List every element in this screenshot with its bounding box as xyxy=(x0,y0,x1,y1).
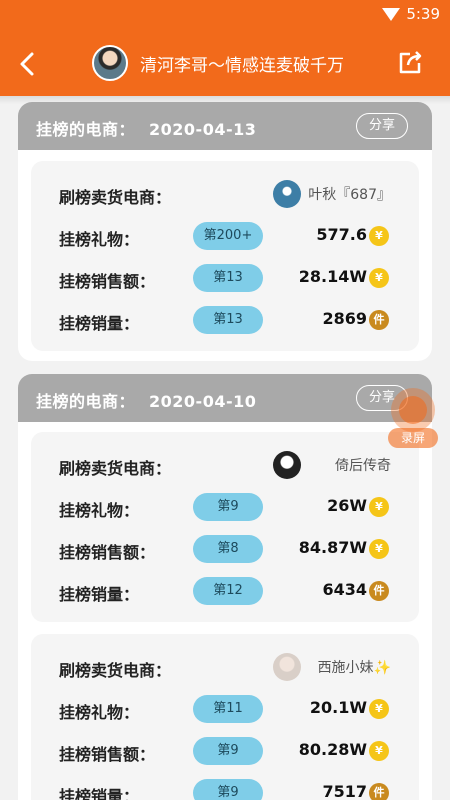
rank-badge: 第9 xyxy=(193,779,263,800)
rank-badge: 第8 xyxy=(193,535,263,563)
row-label: 挂榜销量： xyxy=(59,585,140,604)
ranking-group: 挂榜的电商： 2020-04-13 分享 刷榜卖货电商： 叶秋『687』 挂榜礼物… xyxy=(18,102,432,361)
coin-icon: ¥ xyxy=(369,699,389,719)
coin-icon: ¥ xyxy=(369,741,389,761)
piece-icon: 件 xyxy=(369,783,389,800)
group-title: 挂榜的电商： 2020-04-10 xyxy=(36,388,256,412)
coin-icon: ¥ xyxy=(369,268,389,288)
sales-count-row: 挂榜销量： 第9 7517 件 xyxy=(31,772,419,800)
row-value: 28.14W xyxy=(298,267,367,286)
status-bar: 5:39 xyxy=(0,0,450,28)
seller-avatar[interactable] xyxy=(273,180,301,208)
seller-label: 刷榜卖货电商： xyxy=(59,661,172,680)
status-time: 5:39 xyxy=(406,5,440,23)
share-button[interactable]: 分享 xyxy=(356,113,408,139)
seller-row: 刷榜卖货电商： 叶秋『687』 xyxy=(31,173,419,215)
seller-row: 刷榜卖货电商： 倚后传奇 xyxy=(31,444,419,486)
seller-avatar[interactable] xyxy=(273,653,301,681)
seller-card: 刷榜卖货电商： 倚后传奇 挂榜礼物： 第9 26W ¥ 挂榜销售额： 第8 84… xyxy=(31,432,419,622)
piece-icon: 件 xyxy=(369,581,389,601)
row-value: 20.1W xyxy=(309,698,367,717)
row-label: 挂榜礼物： xyxy=(59,230,140,249)
sales-amount-row: 挂榜销售额： 第9 80.28W ¥ xyxy=(31,730,419,772)
row-label: 挂榜礼物： xyxy=(59,703,140,722)
seller-label: 刷榜卖货电商： xyxy=(59,459,172,478)
row-label: 挂榜销售额： xyxy=(59,272,156,291)
rank-badge: 第11 xyxy=(193,695,263,723)
rank-badge: 第13 xyxy=(193,264,263,292)
row-value: 80.28W xyxy=(298,740,367,759)
group-header: 挂榜的电商： 2020-04-10 分享 xyxy=(18,374,432,422)
seller-label: 刷榜卖货电商： xyxy=(59,188,172,207)
screen-record-button[interactable]: 录屏 xyxy=(388,388,438,450)
row-value: 7517 xyxy=(322,782,367,800)
gift-row: 挂榜礼物： 第11 20.1W ¥ xyxy=(31,688,419,730)
seller-name[interactable]: 叶秋『687』 xyxy=(308,184,391,204)
group-label: 挂榜的电商： xyxy=(36,120,136,139)
rank-badge: 第13 xyxy=(193,306,263,334)
record-icon xyxy=(399,396,427,424)
row-label: 挂榜销售额： xyxy=(59,745,156,764)
row-value: 6434 xyxy=(322,580,367,599)
group-date: 2020-04-13 xyxy=(149,120,257,139)
seller-avatar[interactable] xyxy=(273,451,301,479)
coin-icon: ¥ xyxy=(369,539,389,559)
seller-name[interactable]: 西施小妹✨ xyxy=(318,657,391,677)
seller-name[interactable]: 倚后传奇 xyxy=(335,455,391,475)
rank-badge: 第9 xyxy=(193,737,263,765)
row-value: 577.6 xyxy=(316,225,367,244)
ranking-group: 挂榜的电商： 2020-04-10 分享 刷榜卖货电商： 倚后传奇 挂榜礼物： 第… xyxy=(18,374,432,800)
sales-count-row: 挂榜销量： 第13 2869 件 xyxy=(31,299,419,341)
rank-badge: 第200+ xyxy=(193,222,263,250)
rank-badge: 第12 xyxy=(193,577,263,605)
seller-card: 刷榜卖货电商： 西施小妹✨ 挂榜礼物： 第11 20.1W ¥ 挂榜销售额： 第… xyxy=(31,634,419,800)
app-header: 清河李哥～情感连麦破千万 xyxy=(0,28,450,96)
row-value: 26W xyxy=(327,496,367,515)
wifi-icon xyxy=(382,8,400,21)
seller-row: 刷榜卖货电商： 西施小妹✨ xyxy=(31,646,419,688)
row-label: 挂榜销量： xyxy=(59,314,140,333)
gift-row: 挂榜礼物： 第9 26W ¥ xyxy=(31,486,419,528)
seller-card: 刷榜卖货电商： 叶秋『687』 挂榜礼物： 第200+ 577.6 ¥ 挂榜销售… xyxy=(31,161,419,351)
group-title: 挂榜的电商： 2020-04-13 xyxy=(36,116,256,140)
row-value: 2869 xyxy=(322,309,367,328)
page-title: 清河李哥～情感连麦破千万 xyxy=(140,56,344,76)
sales-count-row: 挂榜销量： 第12 6434 件 xyxy=(31,570,419,612)
row-label: 挂榜礼物： xyxy=(59,501,140,520)
piece-icon: 件 xyxy=(369,310,389,330)
sales-amount-row: 挂榜销售额： 第13 28.14W ¥ xyxy=(31,257,419,299)
group-header: 挂榜的电商： 2020-04-13 分享 xyxy=(18,102,432,150)
row-label: 挂榜销售额： xyxy=(59,543,156,562)
record-label: 录屏 xyxy=(388,428,438,448)
streamer-avatar[interactable] xyxy=(92,45,128,81)
row-value: 84.87W xyxy=(298,538,367,557)
back-arrow-icon[interactable] xyxy=(14,50,42,78)
share-icon[interactable] xyxy=(396,48,424,76)
coin-icon: ¥ xyxy=(369,226,389,246)
sales-amount-row: 挂榜销售额： 第8 84.87W ¥ xyxy=(31,528,419,570)
group-label: 挂榜的电商： xyxy=(36,392,136,411)
coin-icon: ¥ xyxy=(369,497,389,517)
group-date: 2020-04-10 xyxy=(149,392,257,411)
gift-row: 挂榜礼物： 第200+ 577.6 ¥ xyxy=(31,215,419,257)
row-label: 挂榜销量： xyxy=(59,787,140,800)
rank-badge: 第9 xyxy=(193,493,263,521)
